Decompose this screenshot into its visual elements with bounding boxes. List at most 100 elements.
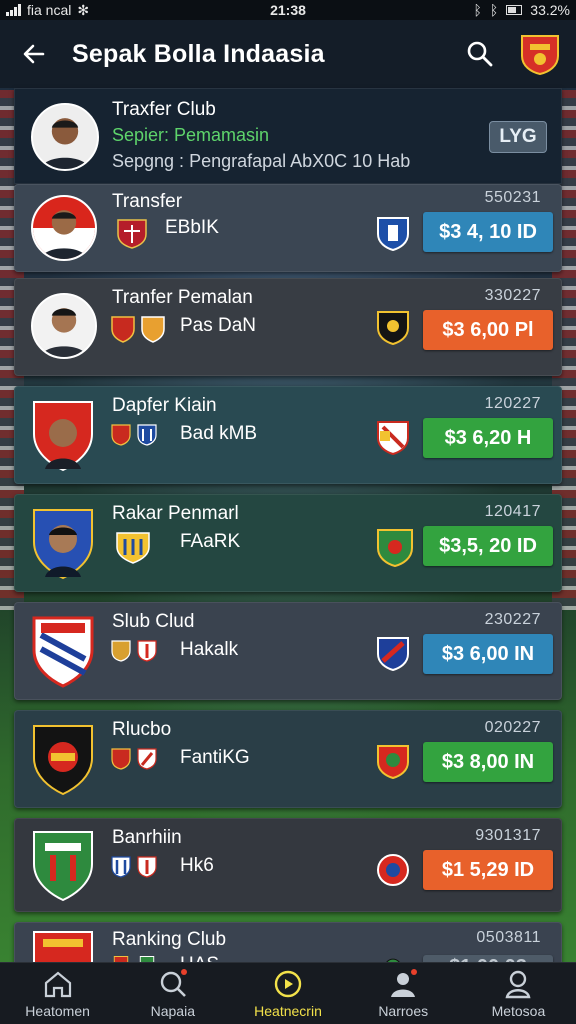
search-icon: [467, 41, 493, 67]
row-title: Slub Clud: [112, 611, 195, 632]
featured-meta: Sepgng : Pengrafapal AbX0C 10 Hab: [112, 151, 411, 171]
club-crest-icon: [137, 640, 157, 662]
club-badges: [110, 423, 158, 447]
club-logo-icon: [377, 421, 409, 456]
team-name: FAaRK: [180, 531, 241, 552]
clock: 21:38: [270, 2, 306, 18]
transfer-code: 330227: [484, 287, 541, 304]
price-button[interactable]: $3,5, 20 ID: [423, 526, 553, 566]
carrier-label: fia ncal: [27, 2, 72, 18]
transfer-code: 120227: [484, 395, 541, 412]
club-logo-icon: [377, 311, 409, 346]
club-crest-icon: [116, 532, 150, 564]
transfer-code: 020227: [484, 719, 541, 736]
row-title: Rlucbo: [112, 719, 172, 740]
price-button[interactable]: $3 6,00 Pl: [423, 310, 553, 350]
transfer-row[interactable]: Dapfer Kiain Bad kMB 120227 $3 6,20 H: [14, 386, 562, 484]
player-avatar: [31, 293, 97, 359]
profile-icon: [505, 970, 531, 998]
nav-item-people[interactable]: Narroes: [346, 963, 461, 1024]
club-crest-icon: [111, 856, 131, 878]
transfer-code: 550231: [484, 189, 541, 206]
club-logo-icon: [377, 637, 409, 672]
transfer-row[interactable]: Slub Clud Hakalk 230227 $3 6,00 IN: [14, 602, 562, 700]
search-button[interactable]: [460, 34, 500, 74]
app-header: Sepak Bolla Indaasia: [0, 20, 576, 88]
home-icon: [44, 971, 71, 997]
club-badges: [110, 315, 166, 345]
nav-label: Heatomen: [25, 1002, 90, 1019]
battery-level: 33.2%: [530, 2, 570, 18]
price-button[interactable]: $3 4, 10 ID: [423, 212, 553, 252]
search-icon: [157, 968, 189, 999]
transfer-list: Traxfer Club Sepier: Pemamasin Sepgng : …: [14, 88, 562, 984]
player-shield-avatar: [33, 509, 93, 580]
club-logo-icon: [377, 854, 409, 886]
transfer-row[interactable]: Rlucbo FantiKG 020227 $3 8,00 IN: [14, 710, 562, 808]
page-title: Sepak Bolla Indaasia: [72, 39, 325, 68]
club-logo-icon: [377, 217, 409, 252]
club-crest-icon: [141, 316, 165, 343]
nav-label: Napaia: [150, 1002, 195, 1019]
league-badge[interactable]: LYG: [489, 121, 547, 153]
nav-item-search[interactable]: Napaia: [115, 963, 230, 1024]
club-badges: [110, 639, 158, 663]
nav-label: Narroes: [378, 1002, 429, 1019]
play-icon: [274, 970, 302, 997]
team-name: EBbIK: [165, 217, 219, 238]
team-name: Hk6: [180, 855, 214, 876]
price-button[interactable]: $3 8,00 IN: [423, 742, 553, 782]
featured-title: Traxfer Club: [112, 99, 216, 120]
club-crest-icon[interactable]: [518, 32, 562, 76]
row-title: Banrhiin: [112, 827, 182, 848]
row-title: Ranking Club: [112, 929, 227, 950]
nav-item-play[interactable]: Heatnecrin: [230, 963, 345, 1024]
transfer-code: 230227: [484, 611, 541, 628]
club-crest-icon: [137, 748, 157, 770]
people-icon: [387, 968, 419, 999]
club-badges: [110, 855, 158, 879]
club-shield-avatar: [33, 725, 93, 796]
transfer-row[interactable]: Transfer EBbIK 550231 $3 4, 10 ID: [14, 184, 562, 272]
transfer-code: 0503811: [476, 929, 541, 946]
club-crest-icon: [111, 424, 131, 446]
player-shield-avatar: [33, 401, 93, 472]
team-name: FantiKG: [180, 747, 250, 768]
club-crest-icon: [117, 219, 147, 249]
nav-item-profile[interactable]: Metosoa: [461, 963, 576, 1024]
featured-subtitle: Sepier: Pemamasin: [112, 125, 270, 145]
status-bar: fia ncal ✻ 21:38 ᛒ ᛒ 33.2%: [0, 0, 576, 20]
back-button[interactable]: [14, 34, 54, 74]
team-name: Hakalk: [180, 639, 239, 660]
row-title: Tranfer Pemalan: [112, 287, 253, 308]
club-crest-icon: [111, 640, 131, 662]
price-button[interactable]: $3 6,00 IN: [423, 634, 553, 674]
notification-dot: [180, 968, 187, 975]
featured-transfer-card[interactable]: Traxfer Club Sepier: Pemamasin Sepgng : …: [14, 88, 562, 184]
player-avatar: [31, 195, 97, 261]
club-crest-icon: [111, 748, 131, 770]
team-name: Bad kMB: [180, 423, 258, 444]
transfer-code: 9301317: [475, 827, 541, 844]
transfer-row[interactable]: Rakar Penmarl FAaRK 120417 $3,5, 20 ID: [14, 494, 562, 592]
club-crest-icon: [111, 316, 135, 343]
battery-icon: [506, 5, 523, 15]
nav-label: Heatnecrin: [254, 1002, 322, 1019]
price-button[interactable]: $1 5,29 ID: [423, 850, 553, 890]
transfer-row[interactable]: Banrhiin Hk6 9301317 $1 5,29 ID: [14, 818, 562, 912]
bluetooth-icon-2: ᛒ: [489, 2, 499, 18]
club-logo-icon: [377, 529, 413, 568]
notification-dot: [411, 968, 418, 975]
player-avatar: [31, 103, 99, 171]
signal-icon: [6, 4, 21, 16]
row-title: Rakar Penmarl: [112, 503, 239, 524]
team-name: Pas DaN: [180, 315, 257, 336]
transfer-row[interactable]: Tranfer Pemalan Pas DaN 330227 $3 6,00 P…: [14, 278, 562, 376]
nav-item-home[interactable]: Heatomen: [0, 963, 115, 1024]
arrow-left-icon: [23, 44, 45, 64]
price-button[interactable]: $3 6,20 H: [423, 418, 553, 458]
nav-label: Metosoa: [491, 1002, 546, 1019]
bottom-navigation: Heatomen Napaia Heatnecrin Narroes Metos…: [0, 962, 576, 1024]
club-shield-avatar: [32, 616, 94, 688]
row-title: Dapfer Kiain: [112, 395, 217, 416]
